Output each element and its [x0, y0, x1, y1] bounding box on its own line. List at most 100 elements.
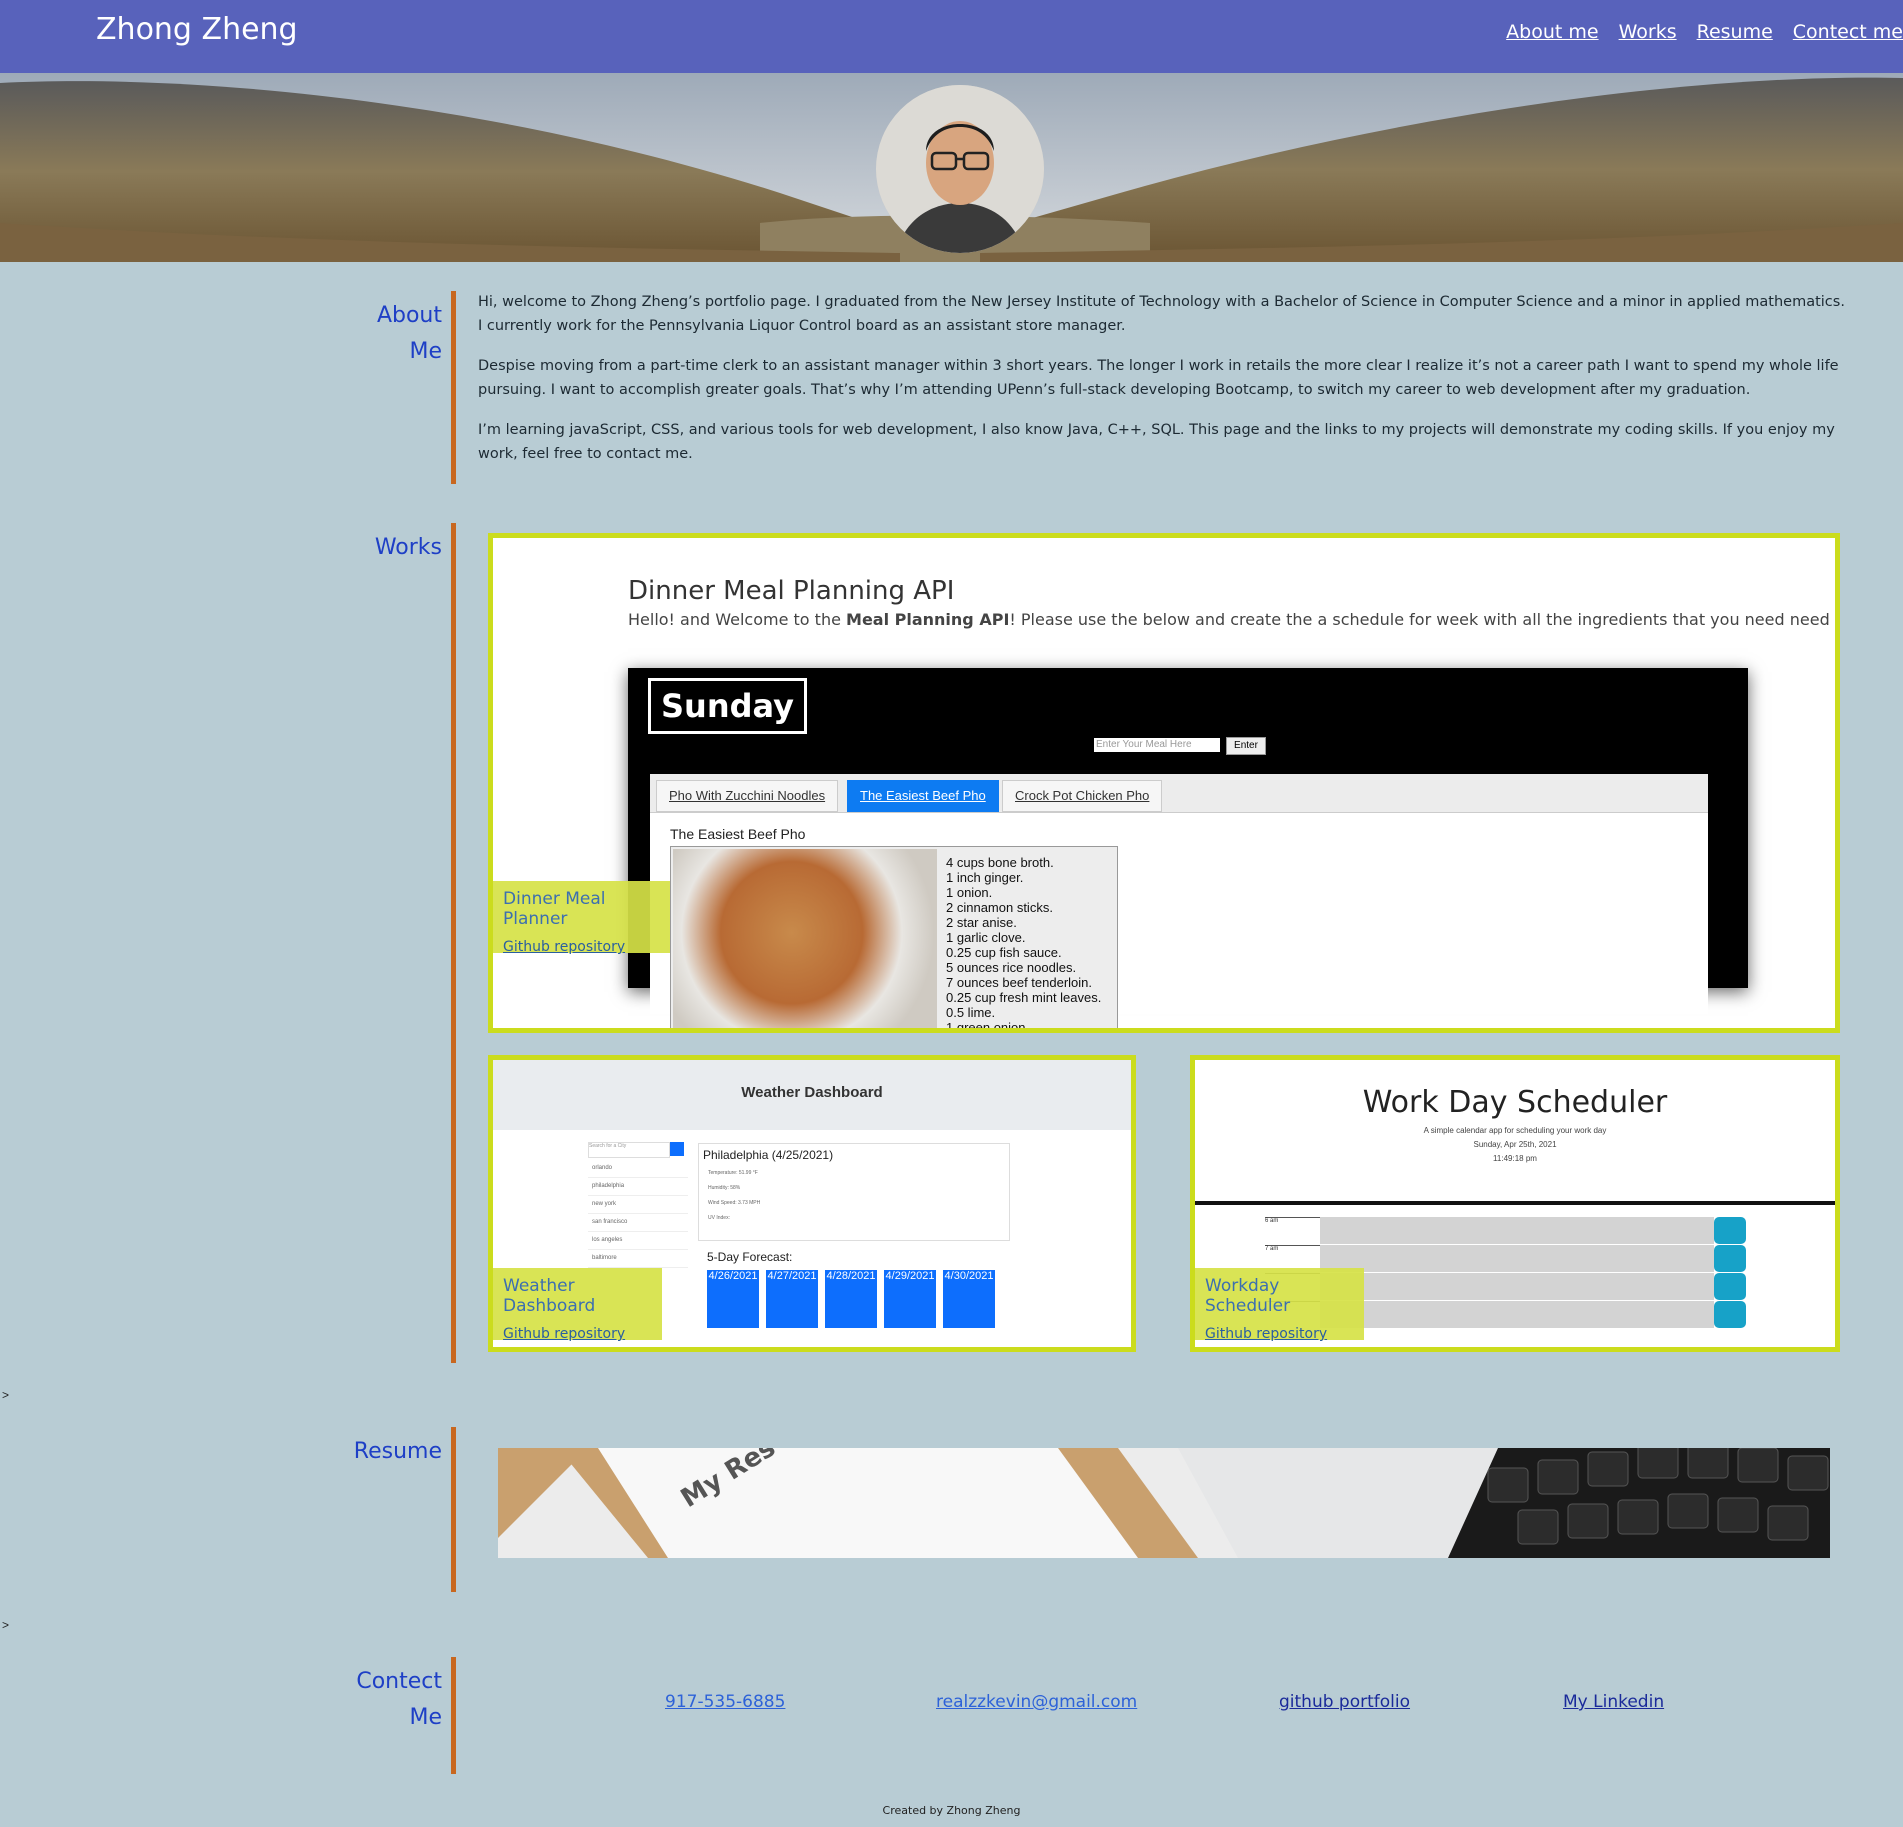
city-list-item: orlando: [588, 1160, 688, 1178]
contact-title-line1: Contect: [356, 1669, 442, 1694]
about-title-line2: Me: [409, 339, 442, 364]
project-caption: Workday Scheduler Github repository: [1195, 1268, 1364, 1342]
hour-row: [1320, 1301, 1714, 1329]
ingredient-item: 7 ounces beef tenderloin.: [946, 975, 1092, 990]
scheduler-heading: Work Day Scheduler: [1362, 1085, 1668, 1120]
nav-works-link[interactable]: Works: [1619, 21, 1677, 43]
city-list-item: philadelphia: [588, 1178, 688, 1196]
works-accent-bar: [451, 523, 456, 1363]
top-navbar: Zhong Zheng About me Works Resume Contec…: [0, 0, 1903, 73]
scheduler-date: Sunday, Apr 25th, 2021: [1473, 1140, 1557, 1149]
hour-row: [1320, 1273, 1714, 1301]
project-title: Weather Dashboard: [503, 1276, 596, 1316]
ingredient-item: 2 star anise.: [946, 915, 1017, 930]
recipe-panel: Pho With Zucchini Noodles The Easiest Be…: [650, 774, 1708, 1028]
recipe-box: 4 cups bone broth. 1 inch ginger. 1 onion.…: [670, 846, 1118, 1028]
search-icon: [670, 1142, 684, 1156]
contact-section-title: Contect Me: [300, 1664, 442, 1736]
phone-link[interactable]: 917-535-6885: [665, 1692, 785, 1712]
brand-name[interactable]: Zhong Zheng: [96, 12, 298, 47]
resume-accent-bar: [451, 1427, 456, 1592]
save-icon: [1714, 1301, 1746, 1328]
github-repo-link[interactable]: Github repository: [503, 1326, 652, 1342]
stray-text: >: [2, 1388, 10, 1402]
profile-photo: [876, 85, 1044, 253]
city-list-item: new york: [588, 1196, 688, 1214]
weather-stat: Temperature: 51.99 °F: [708, 1170, 758, 1176]
recipe-title: The Easiest Beef Pho: [670, 826, 806, 842]
about-paragraph: Hi, welcome to Zhong Zheng’s portfolio p…: [478, 294, 1845, 334]
meal-planner-intro: Hello! and Welcome to the Meal Planning …: [628, 610, 1830, 629]
forecast-day: 4/27/2021: [766, 1270, 818, 1328]
about-paragraph: Despise moving from a part-time clerk to…: [478, 358, 1839, 398]
ingredient-item: 1 onion.: [946, 885, 993, 900]
recipe-tab: Pho With Zucchini Noodles: [656, 780, 839, 812]
contact-accent-bar: [451, 1657, 456, 1774]
about-section-title: About Me: [300, 298, 442, 370]
save-icon: [1714, 1245, 1746, 1272]
ingredient-item: 2 cinnamon sticks.: [946, 900, 1053, 915]
project-title: Dinner Meal Planner: [503, 889, 606, 929]
footer-credit: Created by Zhong Zheng: [882, 1804, 1021, 1817]
linkedin-link[interactable]: My Linkedin: [1563, 1692, 1664, 1712]
workday-scheduler-card[interactable]: Work Day Scheduler A simple calendar app…: [1190, 1055, 1840, 1352]
project-title: Workday Scheduler: [1205, 1276, 1291, 1316]
ingredient-item: 1 garlic clove.: [946, 930, 1026, 945]
city-list-item: san francisco: [588, 1214, 688, 1232]
pho-bowl-image: [673, 849, 937, 1028]
github-portfolio-link[interactable]: github portfolio: [1279, 1692, 1410, 1712]
github-repo-link[interactable]: Github repository: [1205, 1326, 1354, 1342]
day-title: Sunday: [648, 678, 807, 734]
city-search-preview: Search for a City: [588, 1142, 670, 1158]
stray-text: >: [2, 1618, 10, 1632]
scheduler-divider: [1195, 1201, 1835, 1205]
hour-label: 6 am: [1265, 1217, 1320, 1245]
works-section-title: Works: [374, 535, 442, 560]
about-title-line1: About: [376, 303, 442, 328]
scheduler-time: 11:49:18 pm: [1493, 1154, 1537, 1163]
nav-about-link[interactable]: About me: [1506, 21, 1598, 43]
recipe-tab: Crock Pot Chicken Pho: [1002, 780, 1163, 812]
ingredient-item: 4 cups bone broth.: [946, 855, 1054, 870]
forecast-day: 4/30/2021: [943, 1270, 995, 1328]
github-repo-link[interactable]: Github repository: [503, 939, 660, 955]
weather-stat: UV Index:: [708, 1215, 730, 1221]
nav-contact-link[interactable]: Contect me: [1793, 21, 1903, 43]
hero-banner: [0, 73, 1903, 262]
current-city: Philadelphia (4/25/2021): [703, 1148, 834, 1162]
forecast-day: 4/28/2021: [825, 1270, 877, 1328]
ingredient-item: 1 inch ginger.: [946, 870, 1024, 885]
email-link[interactable]: realzzkevin@gmail.com: [936, 1692, 1137, 1712]
enter-button-preview: Enter: [1226, 737, 1266, 755]
hour-row: [1320, 1217, 1714, 1245]
meal-planner-screenshot: Sunday Enter Your Meal Here Enter Pho Wi…: [628, 668, 1748, 1028]
weather-stat: Wind Speed: 3.73 MPH: [708, 1200, 761, 1206]
project-caption: Weather Dashboard Github repository: [493, 1268, 662, 1342]
city-list-item: baltimore: [588, 1250, 688, 1268]
city-list-item: los angeles: [588, 1232, 688, 1250]
contact-title-line2: Me: [409, 1705, 442, 1730]
weather-heading: Weather Dashboard: [741, 1084, 883, 1101]
main-nav: About me Works Resume Contect me: [1506, 21, 1903, 43]
ingredient-item: 0.25 cup fish sauce.: [946, 945, 1062, 960]
about-accent-bar: [451, 291, 456, 484]
forecast-day: 4/26/2021: [707, 1270, 759, 1328]
weather-dashboard-card[interactable]: Weather Dashboard Search for a City orla…: [488, 1055, 1136, 1352]
meal-planner-heading: Dinner Meal Planning API: [628, 576, 955, 606]
ingredient-item: 5 ounces rice noodles.: [946, 960, 1077, 975]
forecast-heading: 5-Day Forecast:: [707, 1250, 793, 1264]
recipe-tab-active: The Easiest Beef Pho: [847, 780, 999, 812]
ingredient-item: 0.5 lime.: [946, 1005, 996, 1020]
hour-row: [1320, 1245, 1714, 1273]
meal-input-preview: Enter Your Meal Here: [1094, 738, 1220, 752]
scheduler-subtitle: A simple calendar app for scheduling you…: [1423, 1126, 1607, 1135]
resume-section-title: Resume: [353, 1439, 442, 1464]
meal-planner-card[interactable]: Dinner Meal Planning API Hello! and Welc…: [488, 533, 1840, 1033]
project-caption: Dinner Meal Planner Github repository: [493, 881, 670, 955]
nav-resume-link[interactable]: Resume: [1697, 21, 1773, 43]
save-icon: [1714, 1273, 1746, 1300]
resume-banner-image[interactable]: My Res: [498, 1448, 1830, 1558]
forecast-day: 4/29/2021: [884, 1270, 936, 1328]
ingredient-item: 0.25 cup fresh mint leaves.: [946, 990, 1102, 1005]
save-icon: [1714, 1217, 1746, 1244]
